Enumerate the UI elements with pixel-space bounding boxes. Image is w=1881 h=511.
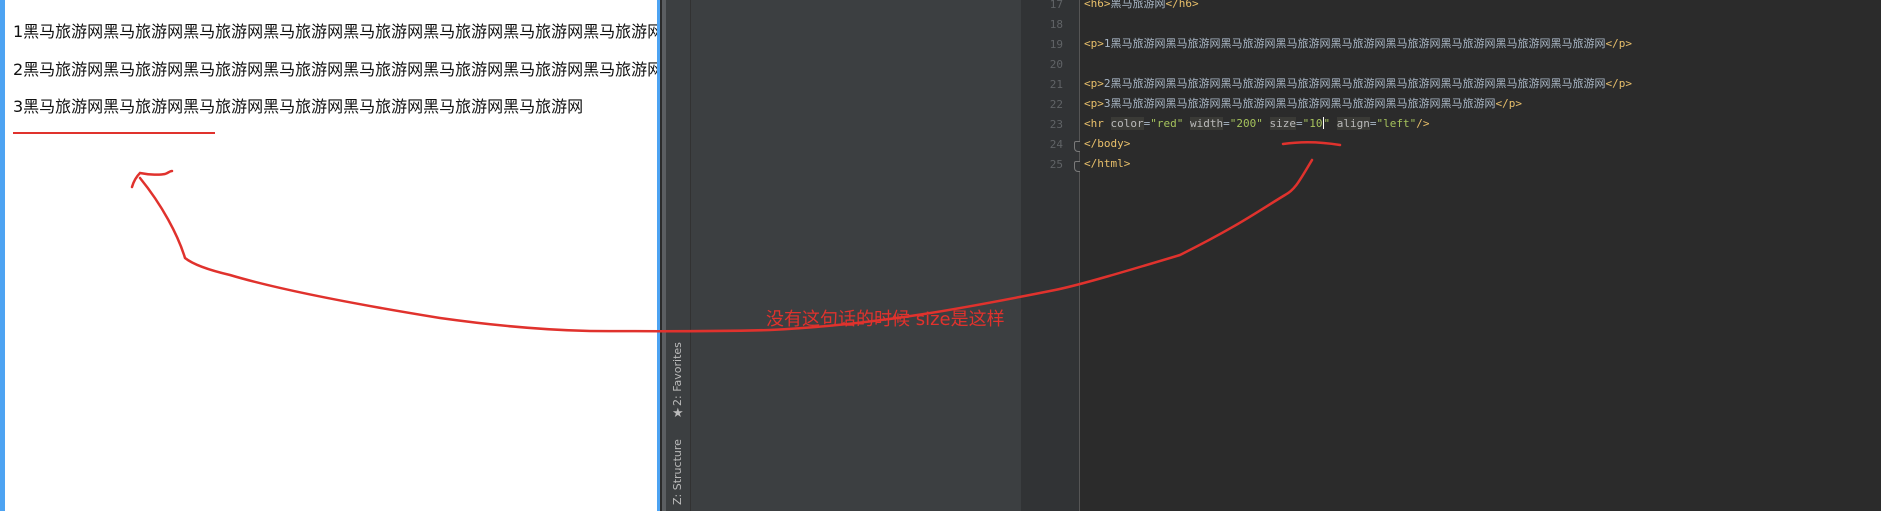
annotation-label: 没有这句话的时候 size是这样 — [766, 309, 1005, 330]
line-number: 25 — [1049, 158, 1063, 171]
code-line-25: </html> — [1084, 157, 1131, 170]
code-line-23: <hr color="red" width="200" size="10" al… — [1084, 117, 1430, 130]
window-border-left — [0, 0, 5, 511]
paragraph-3: 3黑马旅游网黑马旅游网黑马旅游网黑马旅游网黑马旅游网黑马旅游网黑马旅游网 — [13, 97, 584, 116]
paragraph-1: 1黑马旅游网黑马旅游网黑马旅游网黑马旅游网黑马旅游网黑马旅游网黑马旅游网黑马旅游… — [13, 22, 660, 41]
browser-preview: 1黑马旅游网黑马旅游网黑马旅游网黑马旅游网黑马旅游网黑马旅游网黑马旅游网黑马旅游… — [0, 0, 660, 511]
line-number: 22 — [1049, 98, 1063, 111]
paragraph-2: 2黑马旅游网黑马旅游网黑马旅游网黑马旅游网黑马旅游网黑马旅游网黑马旅游网黑马旅游… — [13, 60, 660, 79]
project-panel — [691, 0, 1021, 511]
line-number: 20 — [1049, 58, 1063, 71]
code-line-22: <p>3黑马旅游网黑马旅游网黑马旅游网黑马旅游网黑马旅游网黑马旅游网黑马旅游网<… — [1084, 97, 1522, 110]
line-number: 17 — [1049, 0, 1063, 11]
code-line-17: <h6>黑马旅游网</h6> — [1084, 0, 1199, 10]
line-number: 23 — [1049, 118, 1063, 131]
code-line-19: <p>1黑马旅游网黑马旅游网黑马旅游网黑马旅游网黑马旅游网黑马旅游网黑马旅游网黑… — [1084, 37, 1632, 50]
editor-gutter: 17 18 19 20 21 22 23 24 25 — [1021, 0, 1080, 511]
code-line-21: <p>2黑马旅游网黑马旅游网黑马旅游网黑马旅游网黑马旅游网黑马旅游网黑马旅游网黑… — [1084, 77, 1632, 90]
line-number: 19 — [1049, 38, 1063, 51]
window-border-right — [657, 0, 660, 511]
line-number: 21 — [1049, 78, 1063, 91]
star-icon[interactable]: ★ — [672, 406, 684, 421]
code-line-24: </body> — [1084, 137, 1131, 150]
line-number: 18 — [1049, 18, 1063, 31]
horizontal-rule — [13, 132, 215, 134]
line-number: 24 — [1049, 138, 1063, 151]
tool-window-strip: 2: Favorites ★ Z: Structure — [666, 0, 691, 511]
